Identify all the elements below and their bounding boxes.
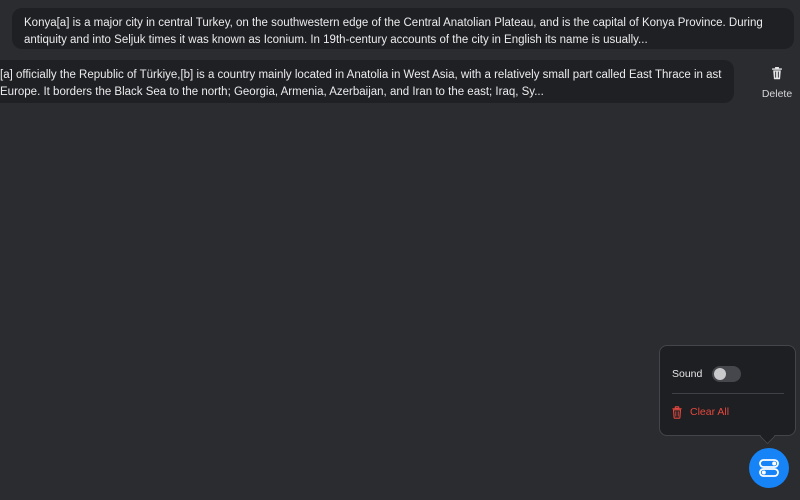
toggle-knob xyxy=(714,368,727,380)
settings-fab-button[interactable] xyxy=(749,448,789,488)
toggles-icon xyxy=(759,459,779,477)
sound-setting: Sound xyxy=(672,364,784,384)
delete-label: Delete xyxy=(761,88,793,100)
delete-button[interactable]: Delete xyxy=(748,64,800,104)
clip-text: [a] officially the Republic of Türkiye,[… xyxy=(0,69,722,98)
clip-text: Konya[a] is a major city in central Turk… xyxy=(24,17,763,46)
settings-popover: Sound Clear All xyxy=(659,345,796,436)
trash-icon xyxy=(772,67,782,80)
clear-all-label: Clear All xyxy=(690,406,730,418)
clip-item[interactable]: Konya[a] is a major city in central Turk… xyxy=(12,8,794,49)
clear-all-button[interactable]: Clear All xyxy=(671,404,729,420)
clip-item[interactable]: [a] officially the Republic of Türkiye,[… xyxy=(0,60,734,103)
sound-label: Sound xyxy=(672,368,703,380)
sound-toggle[interactable] xyxy=(712,366,742,382)
divider xyxy=(672,393,784,394)
trash-icon xyxy=(672,405,682,419)
